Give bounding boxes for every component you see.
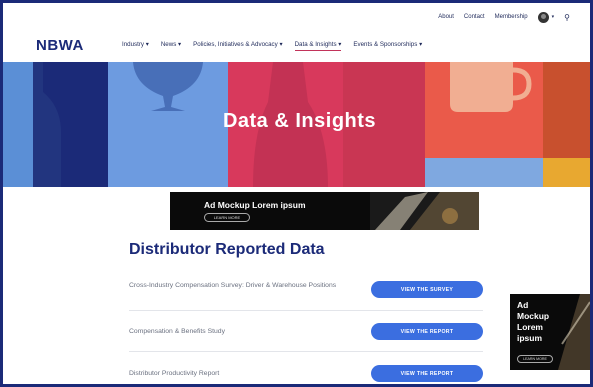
ad-banner[interactable]: Ad Mockup Lorem ipsum LEARN MORE <box>170 192 479 230</box>
list-item: Cross-Industry Compensation Survey: Driv… <box>129 279 483 303</box>
divider <box>129 310 483 311</box>
site-logo[interactable]: NBWA <box>36 37 84 54</box>
hero-title: Data & Insights <box>222 110 377 132</box>
view-report-button[interactable]: VIEW THE REPORT <box>371 365 483 382</box>
nav-news[interactable]: News ▾ <box>161 41 181 51</box>
list-item: Compensation & Benefits Study VIEW THE R… <box>129 321 483 343</box>
nav-policies[interactable]: Policies, Initiatives & Advocacy ▾ <box>193 41 282 51</box>
ad-sidebar-text: Ad Mockup Lorem ipsum <box>517 300 550 343</box>
ad-banner-learn-more-button[interactable]: LEARN MORE <box>204 213 250 222</box>
nav-events[interactable]: Events & Sponsorships ▾ <box>353 41 422 51</box>
main-nav: Industry ▾ News ▾ Policies, Initiatives … <box>122 41 422 51</box>
hero-banner: Data & Insights <box>3 62 590 187</box>
search-icon[interactable]: ⚲ <box>564 13 570 22</box>
browser-frame: About Contact Membership ▾ ⚲ NBWA Indust… <box>0 0 593 387</box>
row-label: Compensation & Benefits Study <box>129 328 225 335</box>
row-label: Cross-Industry Compensation Survey: Driv… <box>129 282 337 289</box>
view-report-button[interactable]: VIEW THE REPORT <box>371 323 483 340</box>
nav-data-insights[interactable]: Data & Insights ▾ <box>294 41 342 51</box>
row-label: Distributor Productivity Report <box>129 370 220 377</box>
user-avatar-icon[interactable] <box>537 11 549 23</box>
ad-sidebar[interactable]: Ad Mockup Lorem ipsum LEARN MORE <box>510 294 590 370</box>
divider <box>129 351 483 352</box>
chevron-down-icon[interactable]: ▾ <box>552 14 555 20</box>
view-survey-button[interactable]: VIEW THE SURVEY <box>371 281 483 298</box>
contact-link[interactable]: Contact <box>464 14 485 20</box>
ad-banner-text: Ad Mockup Lorem ipsum <box>204 200 306 210</box>
list-item: Distributor Productivity Report VIEW THE… <box>129 363 483 384</box>
ad-sidebar-learn-more-button[interactable]: LEARN MORE <box>517 355 553 363</box>
about-link[interactable]: About <box>438 14 454 20</box>
ad-banner-image <box>370 192 479 230</box>
membership-link[interactable]: Membership <box>495 14 528 20</box>
section-title: Distributor Reported Data <box>129 241 325 258</box>
nav-industry[interactable]: Industry ▾ <box>122 41 149 51</box>
utility-bar: About Contact Membership ▾ ⚲ <box>438 11 570 23</box>
